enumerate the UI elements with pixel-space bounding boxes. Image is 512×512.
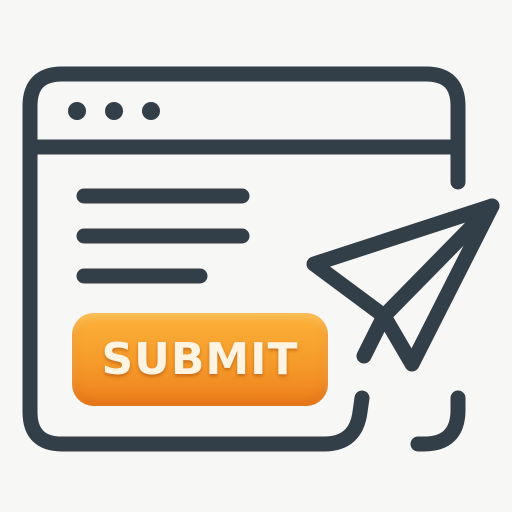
browser-window-icon	[22, 66, 500, 452]
submit-button-label: SUBMIT	[101, 334, 299, 385]
window-controls	[68, 102, 160, 120]
window-dot	[142, 102, 160, 120]
window-dot	[68, 102, 86, 120]
window-frame-corner	[410, 390, 466, 452]
submit-illustration: SUBMIT	[0, 0, 512, 512]
paper-plane-icon	[306, 198, 500, 372]
window-dot	[105, 102, 123, 120]
submit-button[interactable]: SUBMIT	[72, 313, 328, 406]
